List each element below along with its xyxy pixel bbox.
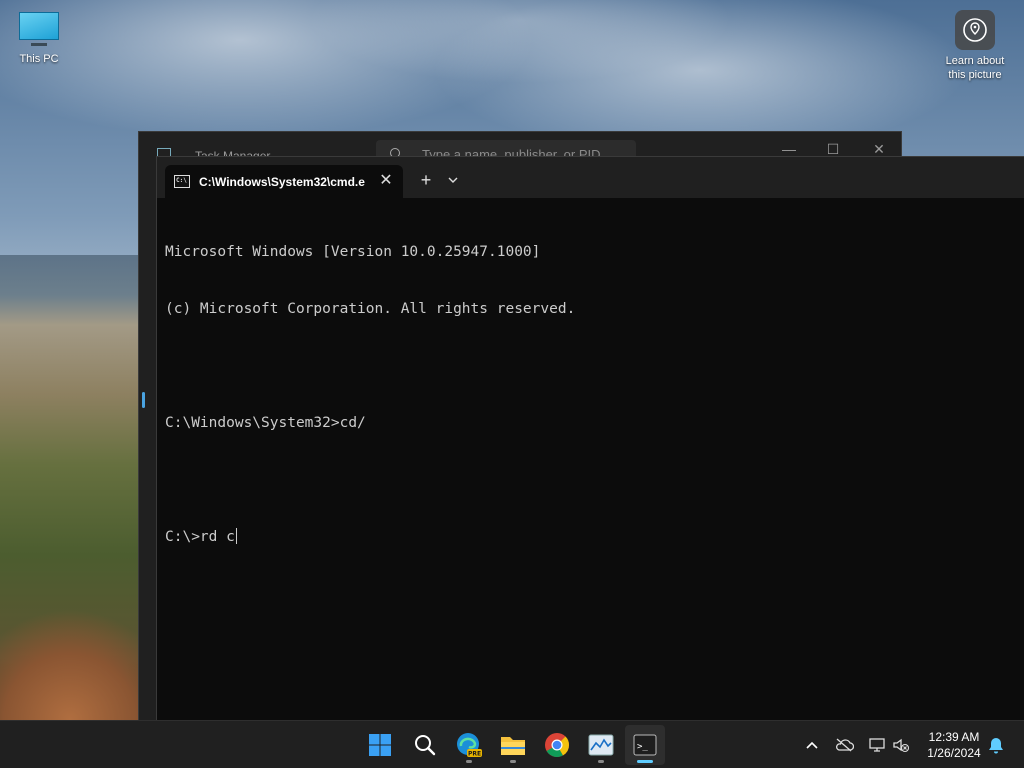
taskbar-file-explorer-button[interactable] xyxy=(493,725,533,765)
search-icon xyxy=(415,735,436,756)
start-button[interactable] xyxy=(360,725,400,765)
onedrive-icon[interactable] xyxy=(833,733,855,757)
taskbar-chrome-button[interactable] xyxy=(537,725,577,765)
taskbar-clock[interactable]: 12:39 AM 1/26/2024 xyxy=(918,729,990,761)
desktop-icon-label: This PC xyxy=(19,53,59,65)
clock-date: 1/26/2024 xyxy=(927,746,981,760)
terminal-tab[interactable]: C:\ C:\Windows\System32\cmd.e ✕ xyxy=(165,165,403,198)
chevron-down-icon[interactable] xyxy=(447,169,465,191)
wallpaper-cliff xyxy=(0,600,160,720)
console-line: Microsoft Windows [Version 10.0.25947.10… xyxy=(165,244,541,260)
chevron-up-icon[interactable] xyxy=(801,733,823,757)
network-icon[interactable] xyxy=(866,733,888,757)
windows-logo-icon xyxy=(369,734,391,756)
console-prompt-line[interactable]: C:\>rd c xyxy=(165,528,1014,547)
edge-pre-badge: PRE xyxy=(468,750,481,757)
file-explorer-icon xyxy=(501,737,525,755)
desktop-icon-this-pc[interactable]: This PC xyxy=(8,10,70,66)
terminal-window[interactable]: C:\ C:\Windows\System32\cmd.e ✕ + Micros… xyxy=(156,156,1024,721)
running-indicator xyxy=(598,760,604,763)
location-pin-icon xyxy=(955,10,995,50)
taskbar: PRE >_ 12:39 AM 1/26/2024 xyxy=(0,720,1024,768)
desktop-icon-label: Learn about this picture xyxy=(945,55,1005,81)
clock-time: 12:39 AM xyxy=(928,730,980,744)
task-manager-icon xyxy=(588,734,614,756)
text-cursor xyxy=(235,528,237,544)
console-current-input: C:\>rd c xyxy=(165,529,235,545)
running-indicator xyxy=(510,760,516,763)
nav-selection-indicator xyxy=(142,392,145,408)
chrome-icon xyxy=(545,733,570,758)
volume-muted-icon[interactable] xyxy=(890,733,912,757)
monitor-icon xyxy=(17,10,61,48)
cmd-icon: C:\ xyxy=(174,175,190,188)
taskbar-terminal-button[interactable]: >_ xyxy=(625,725,665,765)
running-indicator xyxy=(466,760,472,763)
taskbar-task-manager-button[interactable] xyxy=(581,725,621,765)
desktop-icon-learn-about-picture[interactable]: Learn about this picture xyxy=(938,10,1012,82)
terminal-icon: >_ xyxy=(633,734,657,756)
console-line: (c) Microsoft Corporation. All rights re… xyxy=(165,301,576,317)
taskbar-search-button[interactable] xyxy=(405,725,445,765)
console-output[interactable]: Microsoft Windows [Version 10.0.25947.10… xyxy=(165,205,1014,711)
tab-close-button[interactable]: ✕ xyxy=(375,170,397,192)
taskbar-edge-button[interactable]: PRE xyxy=(449,725,489,765)
console-line: C:\Windows\System32>cd/ xyxy=(165,415,366,431)
running-indicator xyxy=(637,760,653,763)
terminal-icon-glyph: >_ xyxy=(637,742,648,752)
new-tab-button[interactable]: + xyxy=(415,169,437,191)
tab-title: C:\Windows\System32\cmd.e xyxy=(199,175,365,189)
terminal-tab-bar: C:\ C:\Windows\System32\cmd.e ✕ + xyxy=(157,157,1024,198)
notifications-icon[interactable] xyxy=(985,733,1007,757)
edge-pre-icon: PRE xyxy=(457,733,482,757)
